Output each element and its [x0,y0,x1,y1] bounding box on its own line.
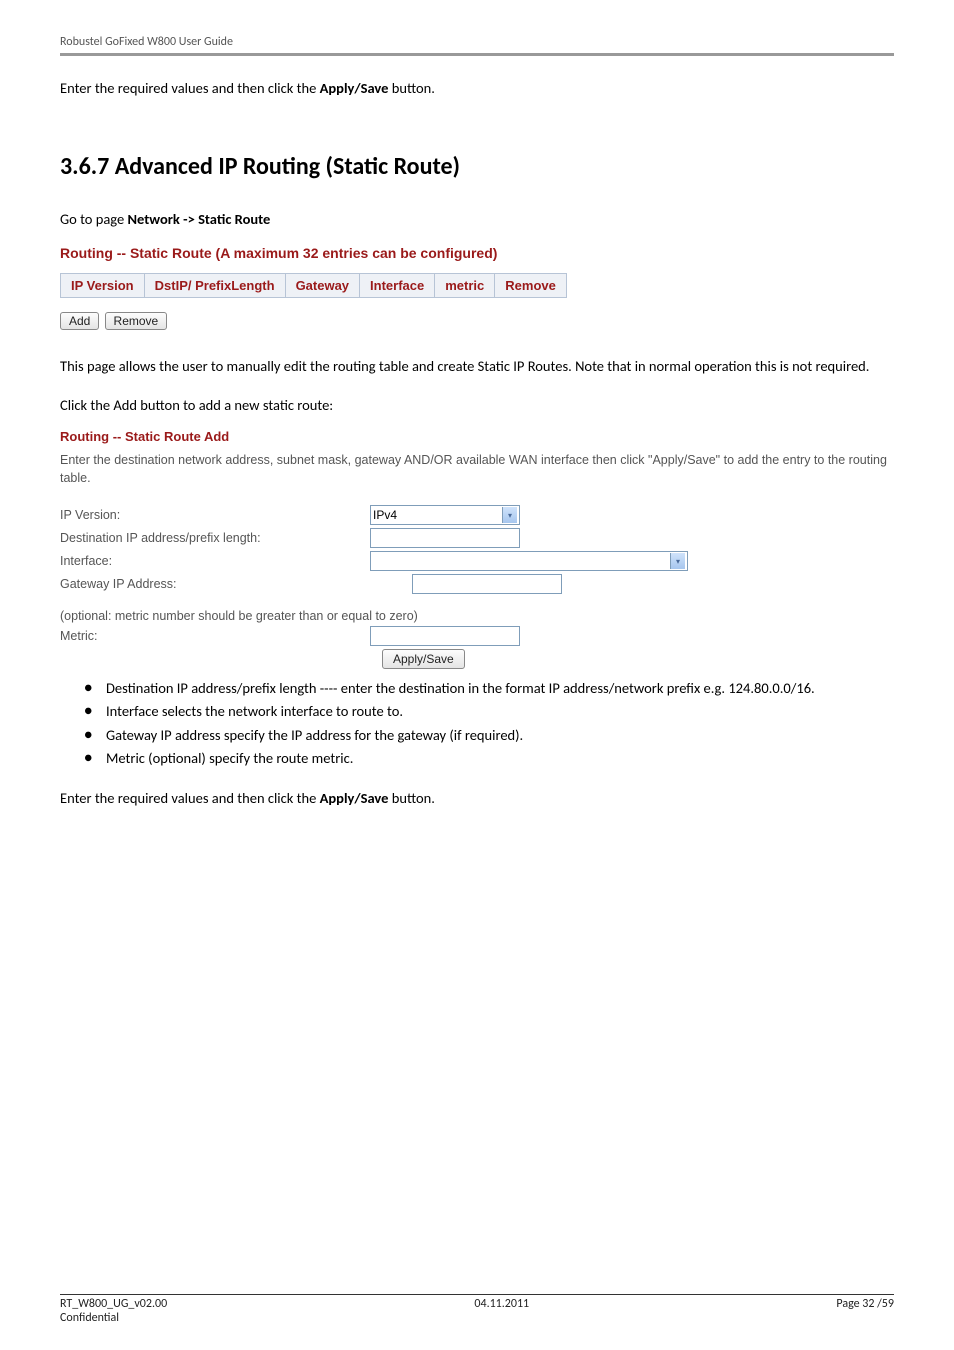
row-apply: Apply/Save [60,649,894,669]
desc-paragraph: This page allows the user to manually ed… [60,356,894,378]
footer-right: Page 32 /59 [836,1297,894,1311]
goto-line: Go to page Network -> Static Route [60,209,894,231]
intro-pre: Enter the required values and then click… [60,79,320,97]
col-ipversion: IP Version [61,273,145,297]
label-ip-version: IP Version: [60,508,370,522]
routing-add-screenshot: Routing -- Static Route Add Enter the de… [60,429,894,669]
select-ip-version-value: IPv4 [373,508,397,522]
header-rule [60,53,894,56]
row-interface: Interface: ▾ [60,551,894,571]
doc-header: Robustel GoFixed W800 User Guide [60,35,894,49]
remove-button[interactable]: Remove [105,312,168,330]
routing-add-desc: Enter the destination network address, s… [60,452,894,487]
list-item: Interface selects the network interface … [84,700,894,722]
label-interface: Interface: [60,554,370,568]
label-gateway: Gateway IP Address: [60,577,370,591]
goto-bold: Network -> Static Route [127,210,270,228]
label-dest: Destination IP address/prefix length: [60,531,370,545]
label-metric: Metric: [60,629,370,643]
outro-paragraph: Enter the required values and then click… [60,788,894,810]
label-optional: (optional: metric number should be great… [60,609,418,623]
outro-post: button. [388,789,435,807]
footer-left1: RT_W800_UG_v02.00 [60,1297,167,1311]
row-metric: Metric: [60,626,894,646]
page-footer: RT_W800_UG_v02.00 04.11.2011 Page 32 /59… [60,1294,894,1325]
bullet-list: Destination IP address/prefix length ---… [60,677,894,770]
col-gateway: Gateway [285,273,359,297]
input-gateway[interactable] [412,574,562,594]
col-metric: metric [435,273,495,297]
add-button[interactable]: Add [60,312,99,330]
outro-bold: Apply/Save [320,789,389,807]
footer-left2: Confidential [60,1311,119,1325]
input-dest[interactable] [370,528,520,548]
intro-paragraph: Enter the required values and then click… [60,78,894,100]
intro-post: button. [388,79,435,97]
chevron-down-icon: ▾ [670,553,685,569]
select-interface[interactable]: ▾ [370,551,688,571]
input-metric[interactable] [370,626,520,646]
row-gateway: Gateway IP Address: [60,574,894,594]
chevron-down-icon: ▾ [502,507,517,523]
footer-center: 04.11.2011 [474,1297,529,1311]
col-interface: Interface [360,273,435,297]
list-item: Destination IP address/prefix length ---… [84,677,894,699]
intro-bold: Apply/Save [320,79,389,97]
routing-table: IP Version DstIP/ PrefixLength Gateway I… [60,273,567,298]
routing-add-title: Routing -- Static Route Add [60,429,894,444]
apply-save-button[interactable]: Apply/Save [382,649,465,669]
col-dstip: DstIP/ PrefixLength [144,273,285,297]
goto-pre: Go to page [60,210,127,228]
footer-rule [60,1294,894,1295]
section-heading: 3.6.7 Advanced IP Routing (Static Route) [60,152,894,181]
click-add-paragraph: Click the Add button to add a new static… [60,395,894,417]
col-remove: Remove [495,273,567,297]
routing-list-screenshot: Routing -- Static Route (A maximum 32 en… [60,245,894,330]
row-dest: Destination IP address/prefix length: [60,528,894,548]
select-ip-version[interactable]: IPv4 ▾ [370,505,520,525]
outro-pre: Enter the required values and then click… [60,789,320,807]
list-item: Gateway IP address specify the IP addres… [84,724,894,746]
list-item: Metric (optional) specify the route metr… [84,747,894,769]
row-ip-version: IP Version: IPv4 ▾ [60,505,894,525]
row-optional-note: (optional: metric number should be great… [60,609,894,623]
routing-list-title: Routing -- Static Route (A maximum 32 en… [60,245,894,261]
